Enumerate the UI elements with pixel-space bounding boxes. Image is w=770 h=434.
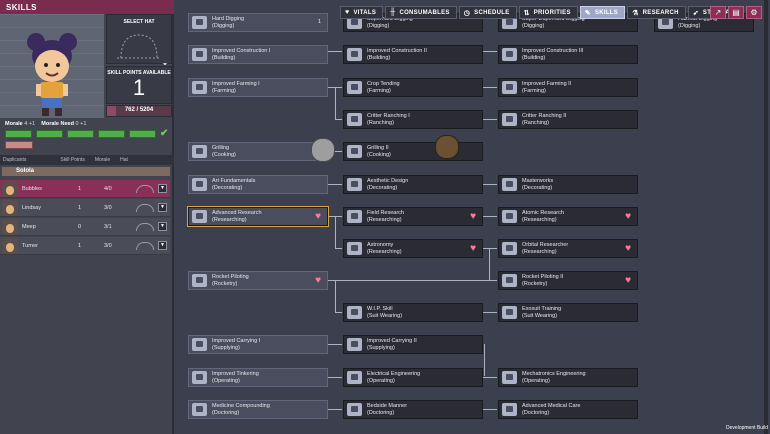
skill-improved-construction-1[interactable]: Improved Construction I (Building) [188,45,328,64]
skill-astronomy[interactable]: Astronomy (Researching) ♥ [343,239,483,258]
skill-rocket-piloting[interactable]: Rocket Piloting (Rocketry) ♥ [188,271,328,290]
building-icon [502,48,517,61]
fork-knife-icon: ╫ [390,9,396,16]
skill-critter-ranching-1[interactable]: Critter Ranching I (Ranching) [343,110,483,129]
skill-improved-farming-1[interactable]: Improved Farming I (Farming) [188,78,328,97]
options-button[interactable]: ⚙ [746,6,762,19]
development-build-label: Development Build [726,425,768,431]
heart-icon: ♥ [470,243,476,254]
skill-advanced-research[interactable]: Advanced Research (Researching) ♥ [187,206,329,227]
skill-mechatronics-engineering[interactable]: Mechatronics Engineering (Operating) [498,368,638,387]
skill-exosuit-training[interactable]: Exosuit Training (Suit Wearing) [498,303,638,322]
ranching-icon [347,113,362,126]
skill-masterworks[interactable]: Masterworks (Decorating) [498,175,638,194]
skill-improved-carrying-1[interactable]: Improved Carrying I (Supplying) [188,335,328,354]
doctoring-icon [502,403,517,416]
skill-improved-tinkering[interactable]: Improved Tinkering (Operating) [188,368,328,387]
skill-electrical-engineering[interactable]: Electrical Engineering (Operating) [343,368,483,387]
decorating-icon [192,178,207,191]
heart-icon: ♥ [345,9,350,16]
report-button[interactable]: ↗ [710,6,726,19]
heart-icon: ♥ [625,275,631,286]
skill-improved-construction-2[interactable]: Improved Construction II (Building) [343,45,483,64]
skill-medicine-compounding[interactable]: Medicine Compounding (Doctoring) [188,400,328,419]
chart-icon: ↗ [714,8,722,17]
decorating-icon [347,178,362,191]
codex-button[interactable]: ▤ [728,6,744,19]
research-icon [347,210,362,223]
skill-art-fundamentals[interactable]: Art Fundamentals (Decorating) [188,175,328,194]
rocketry-icon [502,274,517,287]
dirt-rock-icon [435,135,459,159]
skill-tree: Hard Digging(Digging) 1 Superhard Diggin… [0,0,770,434]
building-icon [347,48,362,61]
scrollbar[interactable] [764,0,768,434]
skill-improved-carrying-2[interactable]: Improved Carrying II (Supplying) [343,335,483,354]
skill-field-research[interactable]: Field Research (Researching) ♥ [343,207,483,226]
farming-icon [347,81,362,94]
farming-icon [502,81,517,94]
supplying-icon [192,338,207,351]
doctoring-icon [347,403,362,416]
hard-digging-count: 1 [317,19,321,25]
heart-icon: ♥ [625,211,631,222]
digging-icon [192,16,207,29]
heart-icon: ♥ [470,211,476,222]
skill-atomic-research[interactable]: Atomic Research (Researching) ♥ [498,207,638,226]
tab-vitals[interactable]: ♥ VITALS [340,6,384,19]
research-icon [192,210,207,223]
building-icon [192,48,207,61]
cooking-icon [192,145,207,158]
research-icon [347,242,362,255]
tab-schedule[interactable]: ◷ SCHEDULE [458,6,517,19]
book-icon: ▤ [732,8,740,17]
skill-grilling[interactable]: Grilling (Cooking) [188,142,328,161]
rocketry-icon [192,274,207,287]
skill-hard-digging[interactable]: Hard Digging (Digging) 1 [188,13,328,32]
management-tabs: ♥ VITALS ╫ CONSUMABLES ◷ SCHEDULE ⇅ PRIORITI… [340,6,742,20]
skill-grilling-2[interactable]: Grilling II (Cooking) [343,142,483,161]
grey-rock-icon [311,138,335,162]
operating-icon [192,371,207,384]
farming-icon [192,81,207,94]
skill-rocket-piloting-2[interactable]: Rocket Piloting II (Rocketry) ♥ [498,271,638,290]
doctoring-icon [192,403,207,416]
rocket-icon: ➶ [692,9,699,17]
skill-wip-skill[interactable]: W.I.P. Skill (Suit Wearing) [343,303,483,322]
operating-icon [347,371,362,384]
skill-improved-farming-2[interactable]: Improved Farming II (Farming) [498,78,638,97]
research-icon [502,242,517,255]
gear-icon: ⚙ [750,8,758,17]
wrench-icon: ✎ [584,9,591,17]
skill-advanced-medical-care[interactable]: Advanced Medical Care (Doctoring) [498,400,638,419]
supplying-icon [347,338,362,351]
tab-research[interactable]: ⚗ RESEARCH [627,6,686,19]
ranching-icon [502,113,517,126]
clock-icon: ◷ [463,9,471,17]
flask-icon: ⚗ [632,9,639,17]
skill-improved-construction-3[interactable]: Improved Construction III (Building) [498,45,638,64]
research-icon [502,210,517,223]
operating-icon [502,371,517,384]
decorating-icon [502,178,517,191]
tab-consumables[interactable]: ╫ CONSUMABLES [385,6,457,19]
arrows-icon: ⇅ [523,9,530,17]
suit-icon [347,306,362,319]
skill-bedside-manner[interactable]: Bedside Manner (Doctoring) [343,400,483,419]
cooking-icon [347,145,362,158]
tab-skills[interactable]: ✎ SKILLS [579,6,626,19]
heart-icon: ♥ [315,275,321,286]
heart-icon: ♥ [625,243,631,254]
heart-icon: ♥ [315,211,321,222]
skill-crop-tending[interactable]: Crop Tending (Farming) [343,78,483,97]
suit-icon [502,306,517,319]
skill-aesthetic-design[interactable]: Aesthetic Design (Decorating) [343,175,483,194]
tab-priorities[interactable]: ⇅ PRIORITIES [518,6,578,19]
skill-orbital-researcher[interactable]: Orbital Researcher (Researching) ♥ [498,239,638,258]
skill-critter-ranching-2[interactable]: Critter Ranching II (Ranching) [498,110,638,129]
